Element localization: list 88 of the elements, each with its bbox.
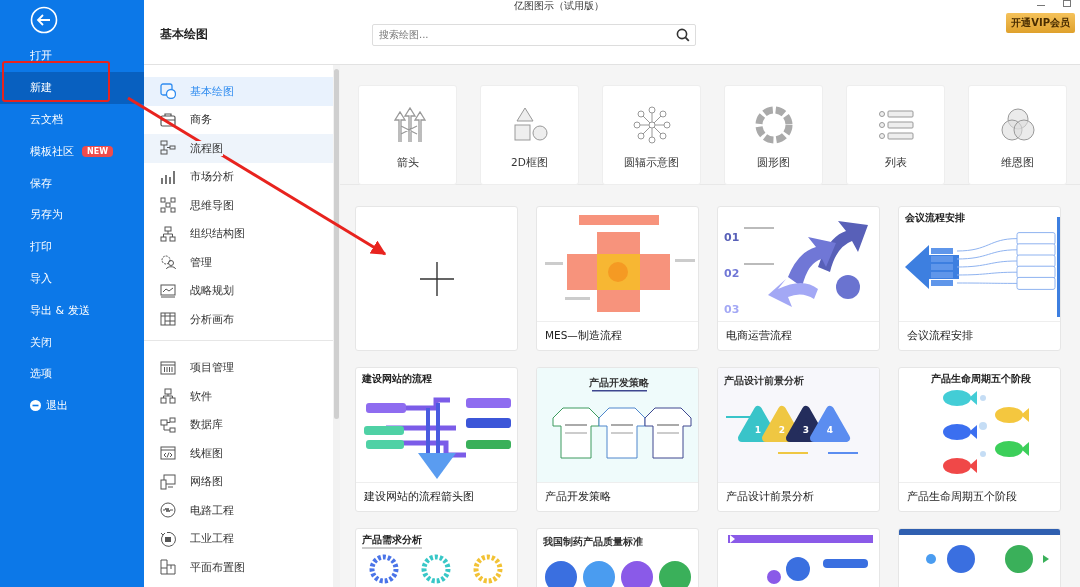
diagram-type-card[interactable]: 圆辐示意图 [602,85,701,185]
flowchart-icon [160,140,176,157]
hierarchy-icon [160,388,176,405]
diagram-type-card[interactable]: 维恩图 [968,85,1067,185]
step-number: 2 [778,425,786,435]
category-item[interactable]: 市场分析 [144,162,333,191]
template-card[interactable]: 我国制药产品质量标准 [536,528,699,587]
panel-title: 基本绘图 [159,27,209,42]
org-chart-icon [160,225,176,242]
category-item[interactable]: 数据库 [144,410,333,439]
diagram-type-card[interactable]: 箭头 [358,85,457,185]
category-item[interactable]: 项目管理 [144,353,333,382]
template-card[interactable]: 1 2 3 4 产品设计前景分析 产品设计前景分析 [717,367,880,512]
circuit-wave-icon [160,502,176,519]
minus-circle-icon [30,400,41,412]
menu-item[interactable]: 另存为 [0,199,144,231]
thumbnail-heading: 产品开发策略 [589,377,649,388]
menu-item[interactable]: 关闭 [0,326,144,358]
category-item[interactable]: 战略规划 [144,276,333,305]
thumbnail-heading: 会议流程安排 [905,212,965,223]
template-card[interactable]: 会议流程安排 会议流程安排 [898,206,1061,351]
devices-icon [160,473,176,490]
menu-item[interactable]: 退出 [0,389,144,422]
thumbnail-heading: 建设网站的流程 [362,373,432,384]
category-item[interactable]: 思维导图 [144,191,333,220]
cycle-icon [160,530,176,547]
step-number: 3 [802,425,810,435]
maximize-icon [1062,0,1072,8]
gear-person-icon [160,254,176,271]
code-window-icon [160,445,176,462]
menu-item[interactable]: 导入 [0,262,144,295]
bar-chart-icon [160,168,176,185]
template-card[interactable]: 01 02 03 电商运营流程 [717,206,880,351]
back-icon [30,6,58,34]
category-item[interactable]: 电路工程 [144,496,333,525]
template-card[interactable]: 建设网站的流程 建设网站的流程箭头图 [355,367,518,512]
step-number: 02 [724,267,740,280]
step-number: 01 [724,231,740,244]
new-badge: NEW [82,145,113,157]
thumbnail-heading: 产品生命周期五个阶段 [931,373,1031,384]
category-item[interactable]: 商务 [144,105,333,134]
category-item[interactable]: 线框图 [144,439,333,468]
menu-item[interactable]: 导出 & 发送 [0,294,144,327]
template-card[interactable]: MES—制造流程 [536,206,699,351]
step-number: 1 [754,425,762,435]
shapes-icon [160,83,176,100]
menu-item[interactable]: 保存 [0,167,144,199]
category-item[interactable]: 组织结构图 [144,219,333,248]
template-card[interactable]: 产品开发策略 产品开发策略 [536,367,699,512]
line-chart-icon [160,282,176,299]
window-title: 亿图图示（试用版） [514,0,604,12]
plus-icon [419,261,454,296]
menu-item[interactable]: 打开 [0,40,144,72]
ring-icon [754,106,793,144]
thumbnail-heading: 产品设计前景分析 [724,375,804,386]
template-card[interactable]: 产品需求分析 [355,528,518,587]
category-item[interactable]: 平面布置图 [144,553,333,582]
template-card[interactable]: 产品生命周期五个阶段 产品生命周期五个阶段 [898,367,1061,512]
category-item[interactable]: 流程图 [144,134,333,163]
diagram-type-card[interactable]: 列表 [846,85,945,185]
thumbnail-heading: 产品需求分析 [362,534,422,545]
diagram-type-card[interactable]: 2D框图 [480,85,579,185]
canvas-grid-icon [160,311,176,328]
columns-icon [160,359,176,376]
category-item[interactable]: 工业工程 [144,524,333,553]
menu-item[interactable]: 云文档 [0,103,144,136]
thumbnail-heading: 我国制药产品质量标准 [543,536,643,547]
menu-item[interactable]: 新建 [0,71,144,104]
venn-icon [998,106,1037,144]
step-number: 03 [724,303,740,316]
diagram-type-card[interactable]: 圆形图 [724,85,823,185]
briefcase-icon [160,111,176,128]
search-icon [676,27,690,42]
category-item[interactable]: 软件 [144,382,333,411]
scrollbar-thumb[interactable] [334,69,339,419]
category-item[interactable]: 分析画布 [144,305,333,334]
connected-boxes-icon [160,416,176,433]
search-field[interactable]: 搜索绘图... [372,23,696,46]
menu-item[interactable]: 模板社区 NEW [0,135,144,168]
radial-diagram-icon [632,106,671,144]
mind-map-icon [160,197,176,214]
step-number: 4 [826,425,834,435]
category-item[interactable]: 管理 [144,248,333,277]
category-item[interactable]: 网络图 [144,467,333,496]
vip-button[interactable]: 开通VIP会员 [1006,13,1075,33]
floor-plan-icon [160,559,176,576]
menu-item[interactable]: 打印 [0,230,144,263]
menu-item[interactable]: 选项 [0,357,144,390]
